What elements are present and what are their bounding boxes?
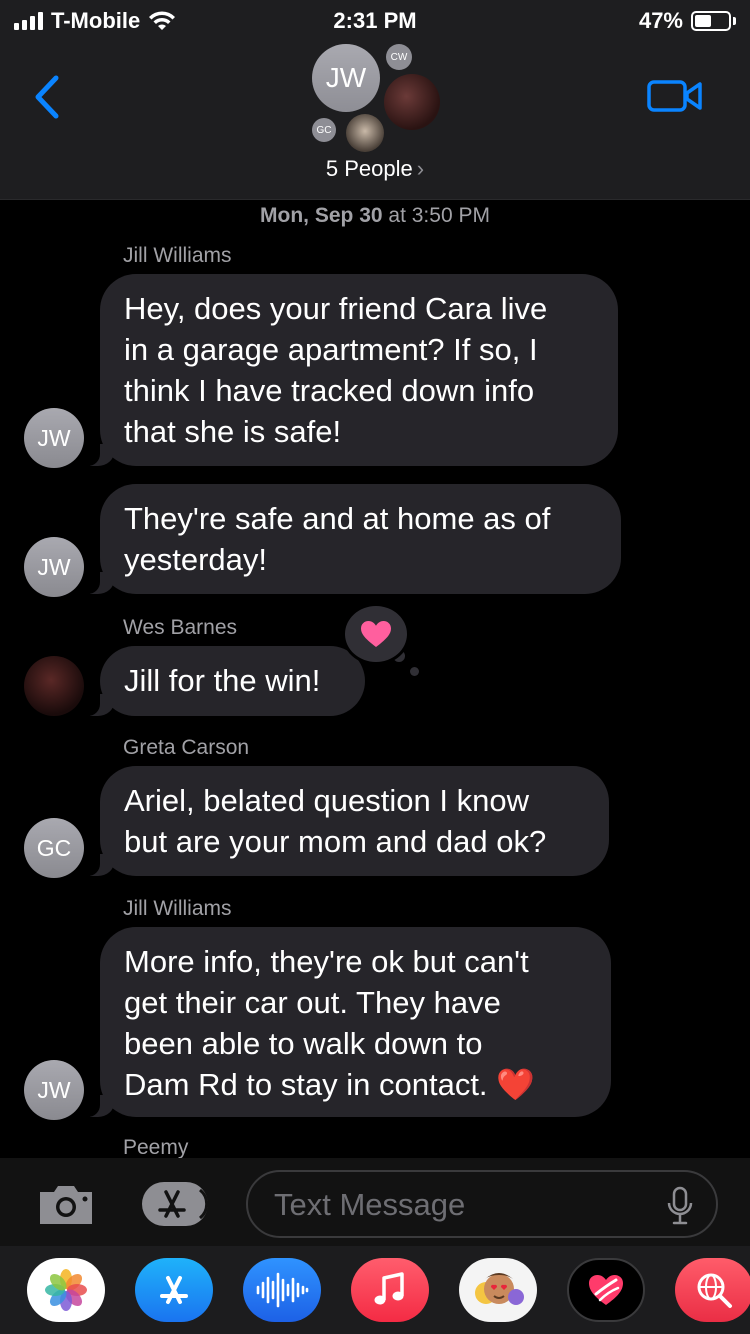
message-bubble[interactable]: Hey, does your friend Cara live in a gar… [82, 274, 618, 466]
facetime-video-icon[interactable] [646, 78, 704, 114]
text-message-field[interactable] [246, 1170, 718, 1238]
avatar-jw: JW [312, 44, 380, 112]
timestamp-date: Mon, Sep 30 [260, 204, 383, 227]
message-line: get their car out. They have [124, 985, 501, 1020]
sender-name: Jill Williams [123, 244, 232, 267]
sender-name: Jill Williams [123, 897, 232, 920]
camera-icon[interactable] [36, 1182, 96, 1226]
photos-app-icon[interactable] [27, 1258, 105, 1322]
heart-icon [361, 621, 391, 647]
music-app-icon[interactable] [351, 1258, 429, 1322]
back-chevron-icon[interactable] [28, 72, 68, 122]
people-count-button[interactable]: 5 People › [0, 156, 750, 182]
microphone-icon[interactable] [666, 1186, 694, 1226]
sender-name: Peemy [123, 1136, 189, 1159]
avatar-gc: GC [312, 118, 336, 142]
message-line: been able to walk down to [124, 1026, 483, 1061]
conversation-header: T-Mobile 2:31 PM 47% JW CW GC 5 People › [0, 0, 750, 200]
tapback-heart[interactable] [342, 603, 410, 665]
imessage-app-drawer [0, 1246, 750, 1334]
message-line: think I have tracked down info [124, 373, 535, 408]
memoji-app-icon[interactable] [459, 1258, 537, 1322]
message-line: in a garage apartment? If so, I [124, 332, 538, 367]
avatar-photo [384, 74, 440, 130]
message-line-text: Dam Rd to stay in contact. [124, 1067, 488, 1102]
avatar[interactable]: JW [24, 408, 84, 468]
app-store-icon[interactable] [140, 1180, 212, 1228]
web-search-app-icon[interactable] [675, 1258, 750, 1322]
avatar-photo-small [346, 114, 384, 152]
digital-touch-app-icon[interactable] [567, 1258, 645, 1322]
message-line: They're safe and at home as of [124, 501, 551, 536]
message-bubble[interactable]: Jill for the win! [82, 646, 365, 716]
battery-icon [691, 11, 731, 31]
message-line: Ariel, belated question I know [124, 783, 529, 818]
avatar-cw: CW [386, 44, 412, 70]
red-heart-emoji: ❤️ [496, 1067, 535, 1102]
group-avatars[interactable]: JW CW GC [300, 40, 450, 160]
avatar[interactable]: JW [24, 537, 84, 597]
timestamp-divider: Mon, Sep 30 at 3:50 PM [0, 204, 750, 228]
status-time: 2:31 PM [333, 8, 417, 33]
avatar[interactable]: GC [24, 818, 84, 878]
message-composer [0, 1158, 750, 1246]
message-line: but are your mom and dad ok? [124, 824, 547, 859]
audio-message-app-icon[interactable] [243, 1258, 321, 1322]
chevron-right-icon: › [416, 156, 425, 181]
message-line: Dam Rd to stay in contact. ❤️ [124, 1064, 587, 1105]
people-label: 5 People [325, 156, 413, 181]
sender-name: Greta Carson [123, 736, 250, 759]
battery-percent: 47% [638, 8, 683, 33]
timestamp-time: at 3:50 PM [382, 204, 490, 227]
sender-name: Wes Barnes [123, 616, 237, 639]
battery-info: 47% [639, 8, 736, 34]
message-bubble[interactable]: More info, they're ok but can't get thei… [82, 927, 611, 1117]
message-line: Jill for the win! [124, 663, 321, 698]
message-line: Hey, does your friend Cara live [124, 291, 548, 326]
message-line: that she is safe! [124, 414, 342, 449]
message-input[interactable] [274, 1180, 654, 1230]
message-line: yesterday! [124, 542, 268, 577]
app-store-app-icon[interactable] [135, 1258, 213, 1322]
status-bar: T-Mobile 2:31 PM 47% [0, 0, 750, 40]
message-line: More info, they're ok but can't [124, 944, 529, 979]
avatar[interactable]: JW [24, 1060, 84, 1120]
message-bubble[interactable]: Ariel, belated question I know but are y… [82, 766, 609, 876]
message-bubble[interactable]: They're safe and at home as of yesterday… [82, 484, 621, 594]
avatar-photo[interactable] [24, 656, 84, 716]
